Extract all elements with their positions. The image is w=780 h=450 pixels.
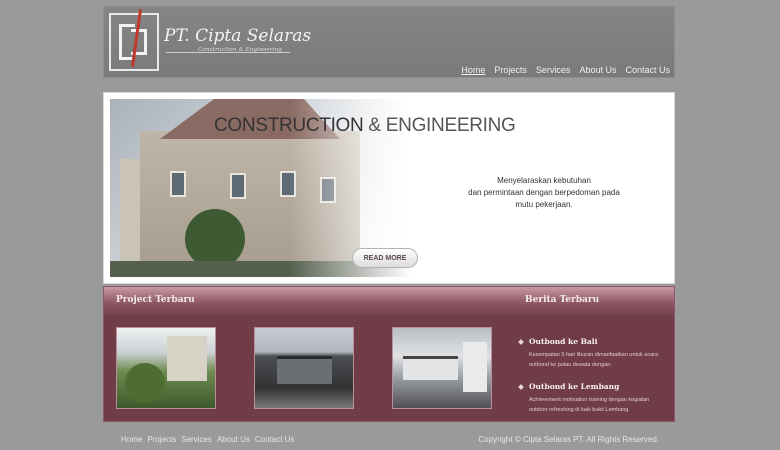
banner-title: CONSTRUCTION & ENGINEERING [214, 115, 516, 137]
news-heading: Berita Terbaru [525, 295, 600, 305]
content-section: Project Terbaru Berita Terbaru Outbond k… [103, 286, 675, 422]
footer-nav-projects[interactable]: Projects [147, 435, 176, 444]
nav-contact-us[interactable]: Contact Us [625, 65, 670, 75]
footer-nav: Home Projects Services About Us Contact … [121, 435, 294, 444]
footer-nav-home[interactable]: Home [121, 435, 142, 444]
banner-description: Menyelaraskan kebutuhan dan permintaan d… [454, 175, 634, 211]
banner-text-line: dan permintaan dengan berpedoman pada [468, 188, 620, 197]
news-desc: Achievement motivation training dengan k… [529, 397, 650, 413]
thumb-building [463, 342, 487, 392]
thumb-building [277, 356, 332, 384]
read-more-button[interactable]: READ MORE [352, 248, 418, 268]
copyright-text: Copyright © Cipta Selaras PT. All Rights… [478, 435, 659, 444]
thumb-building [167, 336, 207, 381]
hero-banner: CONSTRUCTION & ENGINEERING Menyelaraskan… [103, 92, 675, 284]
news-item[interactable]: Outbond ke Lembang Achievement motivatio… [518, 382, 669, 415]
project-thumbnail-1[interactable] [116, 327, 216, 409]
house-window [230, 173, 246, 199]
nav-home[interactable]: Home [461, 65, 485, 75]
thumb-plant [125, 363, 165, 403]
news-title[interactable]: Outbond ke Bali [529, 337, 669, 346]
nav-services[interactable]: Services [536, 65, 571, 75]
banner-title-amp: & ENGINEERING [363, 115, 516, 136]
footer-nav-contact-us[interactable]: Contact Us [255, 435, 295, 444]
main-nav: Home Projects Services About Us Contact … [461, 65, 670, 75]
news-list: Outbond ke Bali Kesempatan 5 hari libura… [518, 337, 669, 427]
banner-title-main: CONSTRUCTION [214, 115, 364, 136]
house-window [170, 171, 186, 197]
bullet-icon [518, 384, 524, 390]
banner-text-line: mutu pekerjaan. [515, 200, 573, 209]
nav-about-us[interactable]: About Us [579, 65, 616, 75]
projects-heading: Project Terbaru [116, 295, 195, 305]
nav-projects[interactable]: Projects [494, 65, 527, 75]
site-header: PT. Cipta Selaras Construction & Enginee… [103, 6, 675, 78]
bullet-icon [518, 339, 524, 345]
news-item[interactable]: Outbond ke Bali Kesempatan 5 hari libura… [518, 337, 669, 370]
news-title[interactable]: Outbond ke Lembang [529, 382, 669, 391]
house-tree [185, 209, 245, 269]
news-desc: Kesempatan 5 hari liburan dimanfaatkan u… [529, 352, 659, 368]
footer-nav-services[interactable]: Services [181, 435, 212, 444]
footer-nav-about-us[interactable]: About Us [217, 435, 250, 444]
brand-tagline: Construction & Engineering [198, 47, 283, 53]
brand-name: PT. Cipta Selaras [164, 26, 312, 46]
project-thumbnail-2[interactable] [254, 327, 354, 409]
thumb-building [403, 356, 458, 380]
banner-text-line: Menyelaraskan kebutuhan [497, 176, 591, 185]
company-logo[interactable] [109, 9, 159, 71]
project-thumbnail-3[interactable] [392, 327, 492, 409]
